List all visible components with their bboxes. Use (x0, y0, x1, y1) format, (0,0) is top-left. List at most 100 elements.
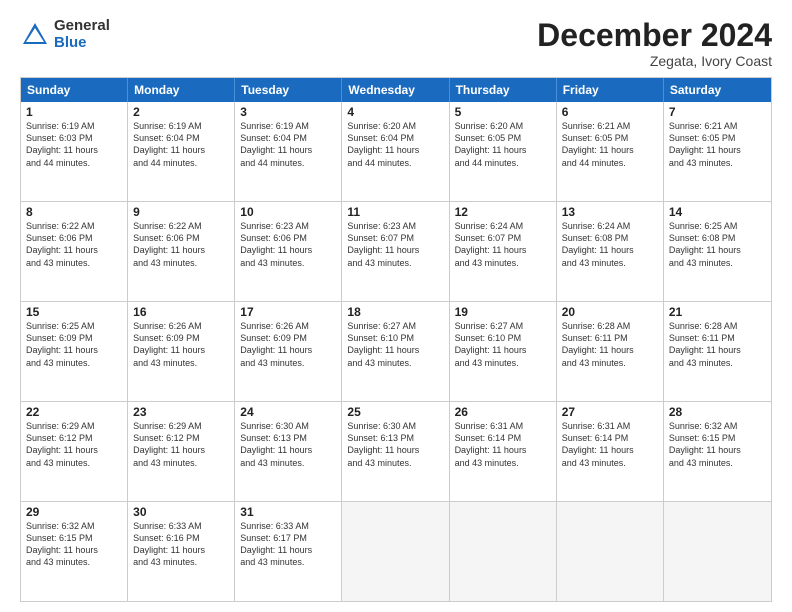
calendar-header-sunday: Sunday (21, 78, 128, 102)
calendar-row-2: 15Sunrise: 6:25 AM Sunset: 6:09 PM Dayli… (21, 301, 771, 401)
day-number: 18 (347, 305, 443, 319)
day-number: 2 (133, 105, 229, 119)
calendar-row-4: 29Sunrise: 6:32 AM Sunset: 6:15 PM Dayli… (21, 501, 771, 601)
day-info: Sunrise: 6:19 AM Sunset: 6:04 PM Dayligh… (133, 120, 229, 169)
day-number: 7 (669, 105, 766, 119)
day-info: Sunrise: 6:31 AM Sunset: 6:14 PM Dayligh… (562, 420, 658, 469)
day-info: Sunrise: 6:32 AM Sunset: 6:15 PM Dayligh… (669, 420, 766, 469)
day-info: Sunrise: 6:21 AM Sunset: 6:05 PM Dayligh… (669, 120, 766, 169)
calendar-row-0: 1Sunrise: 6:19 AM Sunset: 6:03 PM Daylig… (21, 102, 771, 201)
calendar-cell-r2c6: 21Sunrise: 6:28 AM Sunset: 6:11 PM Dayli… (664, 302, 771, 401)
day-info: Sunrise: 6:20 AM Sunset: 6:04 PM Dayligh… (347, 120, 443, 169)
day-number: 10 (240, 205, 336, 219)
logo-icon (20, 20, 50, 50)
day-number: 22 (26, 405, 122, 419)
day-number: 29 (26, 505, 122, 519)
day-info: Sunrise: 6:30 AM Sunset: 6:13 PM Dayligh… (240, 420, 336, 469)
day-info: Sunrise: 6:28 AM Sunset: 6:11 PM Dayligh… (562, 320, 658, 369)
calendar-cell-r0c1: 2Sunrise: 6:19 AM Sunset: 6:04 PM Daylig… (128, 102, 235, 201)
day-info: Sunrise: 6:31 AM Sunset: 6:14 PM Dayligh… (455, 420, 551, 469)
day-number: 6 (562, 105, 658, 119)
calendar-cell-r3c0: 22Sunrise: 6:29 AM Sunset: 6:12 PM Dayli… (21, 402, 128, 501)
day-info: Sunrise: 6:30 AM Sunset: 6:13 PM Dayligh… (347, 420, 443, 469)
day-number: 4 (347, 105, 443, 119)
day-info: Sunrise: 6:23 AM Sunset: 6:06 PM Dayligh… (240, 220, 336, 269)
calendar-cell-r1c5: 13Sunrise: 6:24 AM Sunset: 6:08 PM Dayli… (557, 202, 664, 301)
day-info: Sunrise: 6:23 AM Sunset: 6:07 PM Dayligh… (347, 220, 443, 269)
day-number: 21 (669, 305, 766, 319)
day-info: Sunrise: 6:27 AM Sunset: 6:10 PM Dayligh… (455, 320, 551, 369)
logo-general-text: General (54, 17, 110, 34)
calendar-cell-r2c1: 16Sunrise: 6:26 AM Sunset: 6:09 PM Dayli… (128, 302, 235, 401)
calendar-cell-r2c5: 20Sunrise: 6:28 AM Sunset: 6:11 PM Dayli… (557, 302, 664, 401)
calendar-cell-r1c1: 9Sunrise: 6:22 AM Sunset: 6:06 PM Daylig… (128, 202, 235, 301)
calendar-cell-r4c1: 30Sunrise: 6:33 AM Sunset: 6:16 PM Dayli… (128, 502, 235, 601)
day-number: 27 (562, 405, 658, 419)
day-info: Sunrise: 6:32 AM Sunset: 6:15 PM Dayligh… (26, 520, 122, 569)
calendar-cell-r4c5 (557, 502, 664, 601)
logo-blue-text: Blue (54, 34, 87, 51)
calendar-cell-r1c6: 14Sunrise: 6:25 AM Sunset: 6:08 PM Dayli… (664, 202, 771, 301)
calendar-header-saturday: Saturday (664, 78, 771, 102)
calendar-header-monday: Monday (128, 78, 235, 102)
day-number: 24 (240, 405, 336, 419)
header: General Blue December 2024 Zegata, Ivory… (20, 18, 772, 69)
title-block: December 2024 Zegata, Ivory Coast (537, 18, 772, 69)
calendar-header-friday: Friday (557, 78, 664, 102)
day-number: 31 (240, 505, 336, 519)
day-info: Sunrise: 6:29 AM Sunset: 6:12 PM Dayligh… (133, 420, 229, 469)
day-number: 15 (26, 305, 122, 319)
calendar-cell-r3c2: 24Sunrise: 6:30 AM Sunset: 6:13 PM Dayli… (235, 402, 342, 501)
month-title: December 2024 (537, 18, 772, 53)
day-number: 16 (133, 305, 229, 319)
day-number: 28 (669, 405, 766, 419)
day-number: 12 (455, 205, 551, 219)
calendar: SundayMondayTuesdayWednesdayThursdayFrid… (20, 77, 772, 602)
calendar-cell-r4c4 (450, 502, 557, 601)
logo: General Blue (20, 18, 110, 51)
logo-text: General Blue (54, 18, 110, 51)
day-number: 25 (347, 405, 443, 419)
calendar-cell-r1c2: 10Sunrise: 6:23 AM Sunset: 6:06 PM Dayli… (235, 202, 342, 301)
calendar-cell-r2c0: 15Sunrise: 6:25 AM Sunset: 6:09 PM Dayli… (21, 302, 128, 401)
day-info: Sunrise: 6:26 AM Sunset: 6:09 PM Dayligh… (133, 320, 229, 369)
calendar-cell-r3c1: 23Sunrise: 6:29 AM Sunset: 6:12 PM Dayli… (128, 402, 235, 501)
day-number: 26 (455, 405, 551, 419)
calendar-row-3: 22 Sunrise: 6:29 AM Sunset: 6:12 PM Dayli… (21, 401, 771, 501)
calendar-cell-r1c4: 12Sunrise: 6:24 AM Sunset: 6:07 PM Dayli… (450, 202, 557, 301)
day-number: 13 (562, 205, 658, 219)
calendar-cell-r3c5: 27Sunrise: 6:31 AM Sunset: 6:14 PM Dayli… (557, 402, 664, 501)
calendar-cell-r0c4: 5Sunrise: 6:20 AM Sunset: 6:05 PM Daylig… (450, 102, 557, 201)
day-number: 30 (133, 505, 229, 519)
calendar-cell-r2c2: 17Sunrise: 6:26 AM Sunset: 6:09 PM Dayli… (235, 302, 342, 401)
calendar-header-row: SundayMondayTuesdayWednesdayThursdayFrid… (21, 78, 771, 102)
day-info: Sunrise: 6:22 AM Sunset: 6:06 PM Dayligh… (133, 220, 229, 269)
day-number: 8 (26, 205, 122, 219)
day-info: Sunrise: 6:33 AM Sunset: 6:17 PM Dayligh… (240, 520, 336, 569)
calendar-cell-r3c6: 28Sunrise: 6:32 AM Sunset: 6:15 PM Dayli… (664, 402, 771, 501)
calendar-header-thursday: Thursday (450, 78, 557, 102)
day-number: 20 (562, 305, 658, 319)
calendar-cell-r1c0: 8Sunrise: 6:22 AM Sunset: 6:06 PM Daylig… (21, 202, 128, 301)
calendar-cell-r0c6: 7Sunrise: 6:21 AM Sunset: 6:05 PM Daylig… (664, 102, 771, 201)
day-info: Sunrise: 6:25 AM Sunset: 6:08 PM Dayligh… (669, 220, 766, 269)
location-subtitle: Zegata, Ivory Coast (537, 53, 772, 69)
calendar-cell-r0c3: 4Sunrise: 6:20 AM Sunset: 6:04 PM Daylig… (342, 102, 449, 201)
day-info: Sunrise: 6:24 AM Sunset: 6:08 PM Dayligh… (562, 220, 658, 269)
calendar-header-wednesday: Wednesday (342, 78, 449, 102)
day-info: Sunrise: 6:27 AM Sunset: 6:10 PM Dayligh… (347, 320, 443, 369)
calendar-cell-r4c0: 29Sunrise: 6:32 AM Sunset: 6:15 PM Dayli… (21, 502, 128, 601)
day-number: 9 (133, 205, 229, 219)
day-info: Sunrise: 6:25 AM Sunset: 6:09 PM Dayligh… (26, 320, 122, 369)
calendar-cell-r4c3 (342, 502, 449, 601)
day-info: Sunrise: 6:19 AM Sunset: 6:03 PM Dayligh… (26, 120, 122, 169)
day-number: 17 (240, 305, 336, 319)
day-info: Sunrise: 6:24 AM Sunset: 6:07 PM Dayligh… (455, 220, 551, 269)
day-number: 14 (669, 205, 766, 219)
day-info: Sunrise: 6:20 AM Sunset: 6:05 PM Dayligh… (455, 120, 551, 169)
day-info: Sunrise: 6:22 AM Sunset: 6:06 PM Dayligh… (26, 220, 122, 269)
calendar-cell-r3c4: 26Sunrise: 6:31 AM Sunset: 6:14 PM Dayli… (450, 402, 557, 501)
day-number: 19 (455, 305, 551, 319)
day-number: 1 (26, 105, 122, 119)
day-info: Sunrise: 6:28 AM Sunset: 6:11 PM Dayligh… (669, 320, 766, 369)
